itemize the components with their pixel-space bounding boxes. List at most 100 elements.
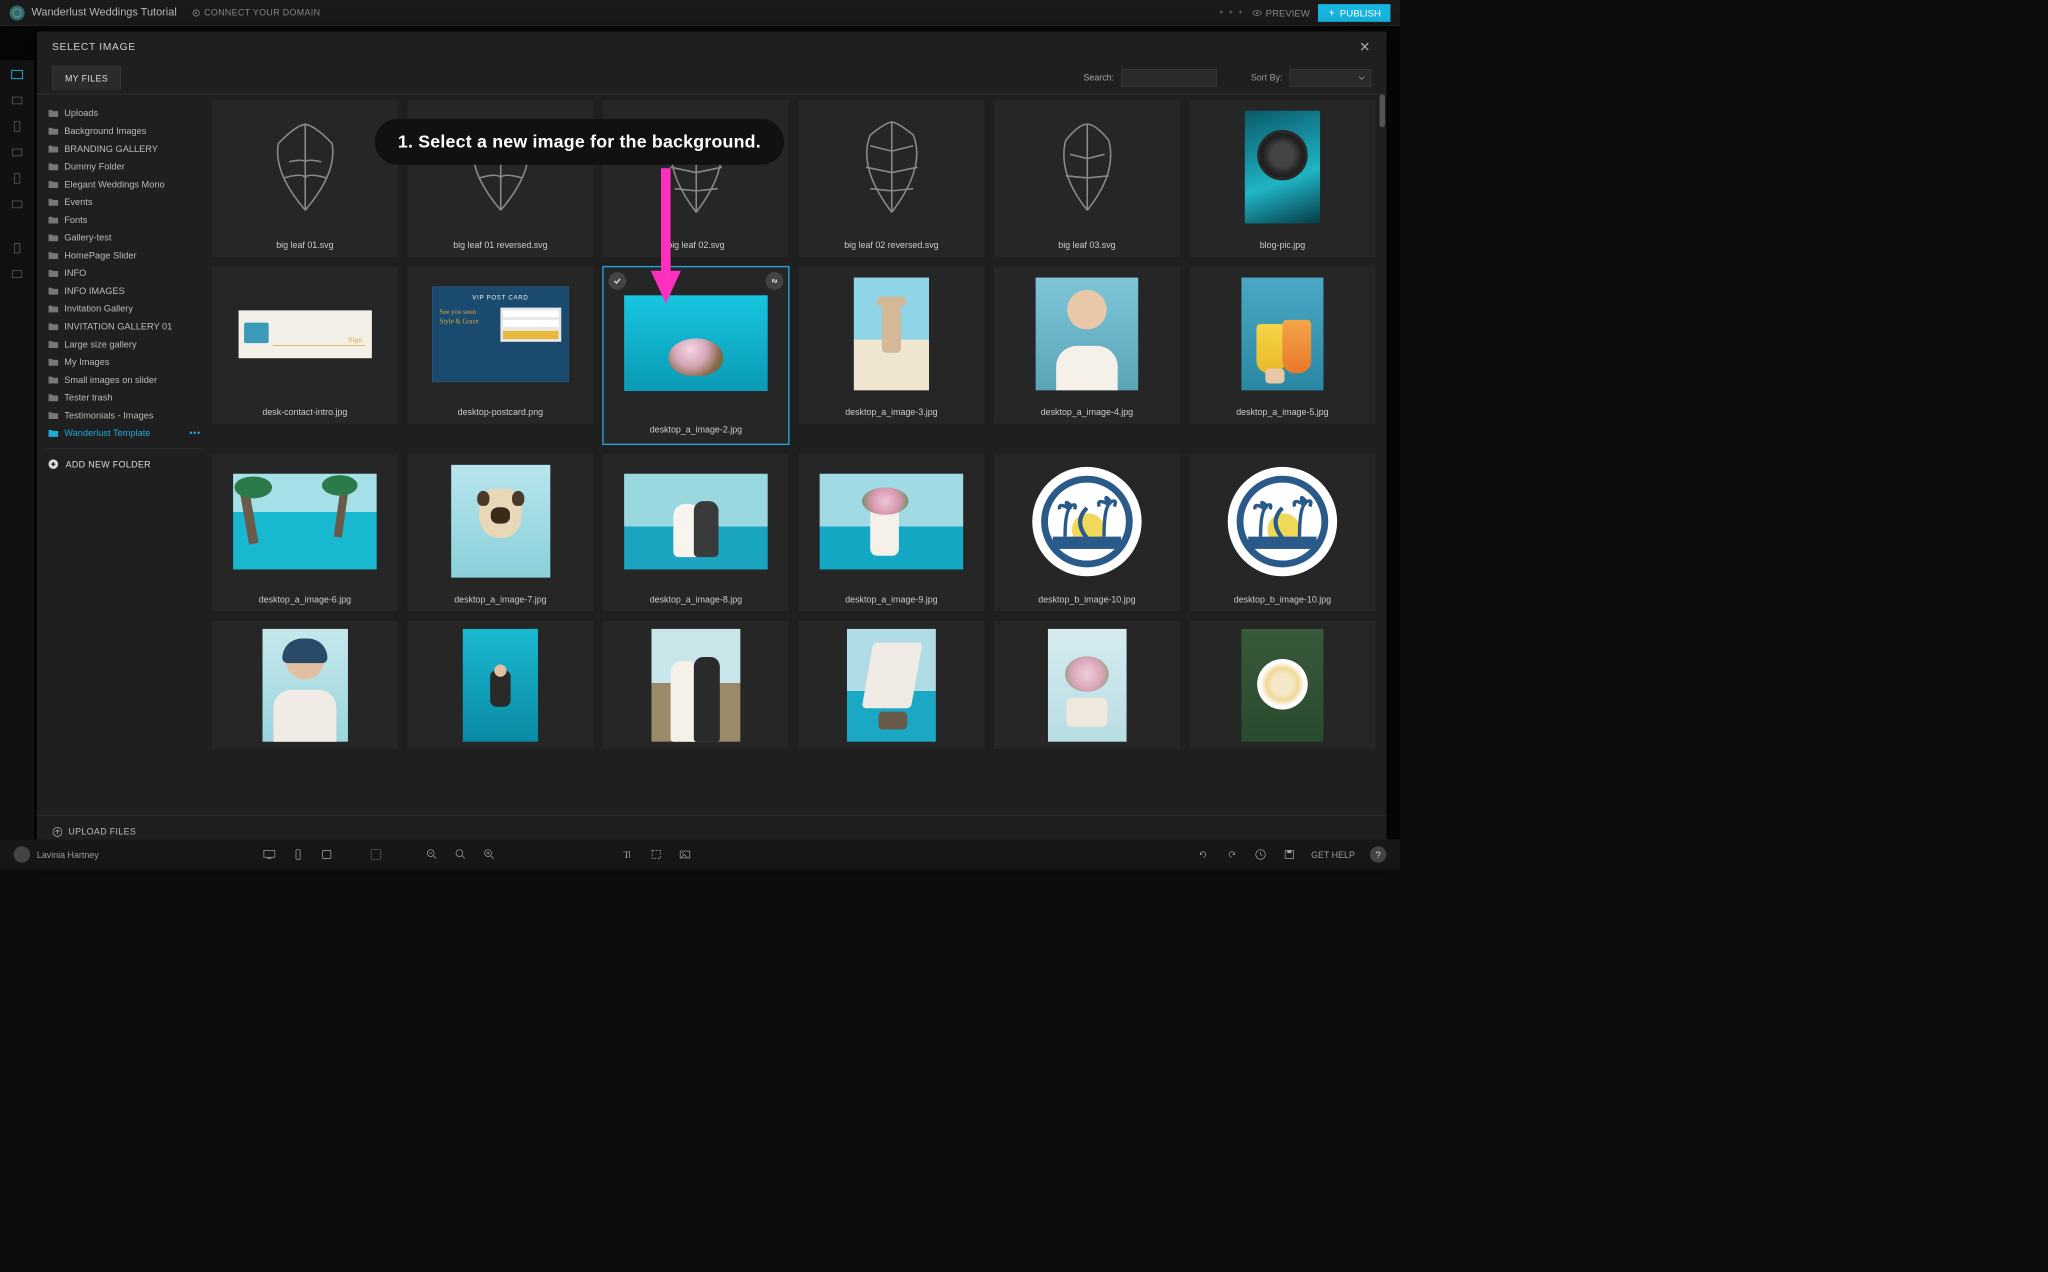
tab-my-files[interactable]: MY FILES [52,65,121,90]
image-label: desktop_a_image-7.jpg [407,589,593,612]
more-dots[interactable]: • • • [1219,6,1243,18]
user-avatar[interactable] [14,846,30,862]
get-help-link[interactable]: GET HELP [1311,849,1355,859]
connect-domain-link[interactable]: CONNECT YOUR DOMAIN [192,8,321,18]
image-cell[interactable]: desktop_a_image-4.jpg [994,267,1180,424]
folder-label: Invitation Gallery [64,303,133,313]
image-cell[interactable]: desktop_a_image-7.jpg [407,454,593,611]
image-cell[interactable]: desktop_b_image-10.jpg [1189,454,1375,611]
folder-icon [48,162,59,171]
background-left-rail [0,60,34,839]
scrollbar-thumb[interactable] [1380,94,1385,127]
folder-item[interactable]: BRANDING GALLERY [44,139,205,157]
folder-item[interactable]: Large size gallery [44,335,205,353]
folder-item[interactable]: Fonts [44,211,205,229]
link-icon[interactable] [766,272,784,290]
zoom-reset-icon[interactable] [454,848,468,862]
scrollbar-track[interactable] [1380,94,1385,815]
image-cell[interactable]: big leaf 01.svg [212,100,398,257]
image-cell[interactable]: desktop_b_image-10.jpg [994,454,1180,611]
help-icon[interactable]: ? [1370,846,1386,862]
folder-label: INFO [64,268,86,278]
folder-item[interactable]: Dummy Folder [44,157,205,175]
image-cell[interactable]: desktop_a_image-5.jpg [1189,267,1375,424]
folder-item[interactable]: Elegant Weddings Mono [44,175,205,193]
grid-icon[interactable] [369,848,383,862]
image-cell[interactable]: desktop_a_image-3.jpg [798,267,984,424]
folder-icon [48,357,59,366]
folder-item[interactable]: My Images [44,353,205,371]
folder-icon [48,179,59,188]
image-tool-icon[interactable] [678,848,692,862]
image-cell[interactable] [407,621,593,750]
folder-item[interactable]: Testimonials - Images [44,406,205,424]
folder-item[interactable]: Wanderlust Template ••• [44,424,205,442]
folder-item[interactable]: Events [44,193,205,211]
folder-item[interactable]: HomePage Slider [44,246,205,264]
folder-more-icon[interactable]: ••• [189,428,201,438]
folder-item[interactable]: INFO [44,264,205,282]
image-cell[interactable]: desktop_a_image-8.jpg [603,454,789,611]
image-cell[interactable]: big leaf 03.svg [994,100,1180,257]
folder-label: HomePage Slider [64,250,136,260]
folder-item[interactable]: Background Images [44,122,205,140]
mobile-icon[interactable] [291,848,305,862]
check-icon[interactable] [608,272,626,290]
folder-item[interactable]: INVITATION GALLERY 01 [44,317,205,335]
image-cell[interactable]: Signdesk-contact-intro.jpg [212,267,398,424]
leaf-thumbnail [1011,113,1162,220]
folder-icon [48,375,59,384]
image-cell[interactable] [798,621,984,750]
folder-label: Wanderlust Template [64,428,150,438]
folder-item[interactable]: Gallery-test [44,228,205,246]
zoom-in-icon[interactable] [483,848,497,862]
image-cell[interactable]: desktop_a_image-2.jpg [603,267,789,445]
image-label: desktop_a_image-2.jpg [603,419,789,444]
image-label: big leaf 01 reversed.svg [407,234,593,257]
redo-icon[interactable] [1225,848,1239,862]
image-cell[interactable] [212,621,398,750]
image-label: blog-pic.jpg [1189,234,1375,257]
crop-tool-icon[interactable] [650,848,664,862]
image-cell[interactable] [1189,621,1375,750]
gear-icon [192,9,200,17]
image-label: desktop_a_image-3.jpg [798,401,984,424]
eye-icon [1252,8,1262,18]
logo-thumbnail [1039,473,1135,569]
history-icon[interactable] [1254,848,1268,862]
folder-label: Background Images [64,125,146,135]
image-cell[interactable]: VIP POST CARDSee you soonStyle & Gracede… [407,267,593,424]
folder-item[interactable]: Small images on slider [44,371,205,389]
image-cell[interactable]: big leaf 02 reversed.svg [798,100,984,257]
folder-item[interactable]: Uploads [44,104,205,122]
save-icon[interactable] [1282,848,1296,862]
close-icon[interactable]: ✕ [1359,38,1371,55]
zoom-out-icon[interactable] [425,848,439,862]
app-logo[interactable] [10,5,25,20]
folder-item[interactable]: INFO IMAGES [44,282,205,300]
folder-label: Dummy Folder [64,161,125,171]
upload-files-button[interactable]: UPLOAD FILES [52,826,136,837]
preview-button[interactable]: PREVIEW [1252,7,1310,18]
image-cell[interactable]: blog-pic.jpg [1189,100,1375,257]
sort-dropdown[interactable] [1289,69,1371,87]
image-cell[interactable]: desktop_a_image-9.jpg [798,454,984,611]
folder-label: INVITATION GALLERY 01 [64,321,172,331]
folder-label: Elegant Weddings Mono [64,179,164,189]
folder-icon [48,268,59,277]
text-tool-icon[interactable]: T [621,848,635,862]
folder-icon [48,197,59,206]
publish-button[interactable]: PUBLISH [1318,4,1390,22]
folder-item[interactable]: Invitation Gallery [44,299,205,317]
folder-item[interactable]: Tester trash [44,388,205,406]
undo-icon[interactable] [1196,848,1210,862]
folder-icon [48,215,59,224]
image-cell[interactable]: desktop_a_image-6.jpg [212,454,398,611]
image-cell[interactable] [603,621,789,750]
search-input[interactable] [1121,69,1217,87]
image-cell[interactable] [994,621,1180,750]
image-label: desktop_a_image-6.jpg [212,589,398,612]
desktop-icon[interactable] [263,848,277,862]
add-new-folder-button[interactable]: ADD NEW FOLDER [44,448,205,479]
tablet-icon[interactable] [320,848,334,862]
